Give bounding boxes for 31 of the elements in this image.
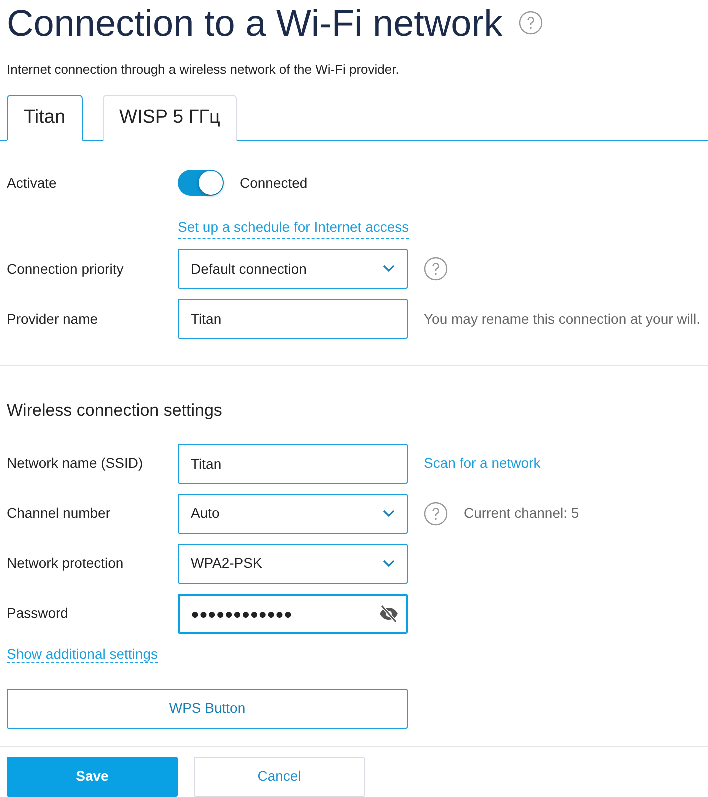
eye-slash-icon[interactable]: [379, 604, 399, 623]
status-text: Connected: [240, 174, 308, 193]
field-label: Connection priority: [7, 260, 125, 279]
page-title: Connection to a Wi-Fi network: [7, 2, 503, 46]
wps-button[interactable]: WPS Button: [7, 688, 408, 729]
help-icon[interactable]: [518, 11, 543, 36]
caret-icon: [383, 265, 395, 274]
cancel-button[interactable]: Cancel: [194, 756, 365, 797]
dropdown[interactable]: Default connection: [178, 249, 408, 290]
hint-text: Current channel: 5: [464, 504, 580, 524]
page-description: Internet connection through a wireless network of the Wi-Fi provider.: [7, 61, 400, 80]
field-label: Password: [7, 604, 70, 624]
help-icon[interactable]: [424, 257, 448, 282]
toggle-switch[interactable]: [178, 170, 224, 196]
field-label: Network protection: [7, 554, 125, 574]
input-field[interactable]: Titan: [178, 299, 408, 340]
field-label: Provider name: [7, 310, 100, 329]
password-field[interactable]: ●●●●●●●●●●●●: [178, 594, 408, 634]
caret-icon: [383, 510, 395, 518]
dropdown[interactable]: WPA2-PSK: [178, 544, 408, 584]
tab[interactable]: Titan: [7, 94, 83, 142]
input-field[interactable]: Titan: [178, 444, 408, 484]
hint-text: You may rename this connection at your will.: [424, 310, 701, 329]
field-label: Activate: [7, 174, 58, 193]
dropdown[interactable]: Auto: [178, 494, 408, 534]
field-label: Channel number: [7, 504, 112, 524]
tab[interactable]: WISP 5 ГГц: [102, 94, 238, 142]
section-heading: Wireless connection settings: [7, 400, 224, 422]
field-label: Network name (SSID): [7, 454, 144, 474]
help-icon[interactable]: [424, 502, 448, 526]
caret-icon: [383, 560, 395, 568]
